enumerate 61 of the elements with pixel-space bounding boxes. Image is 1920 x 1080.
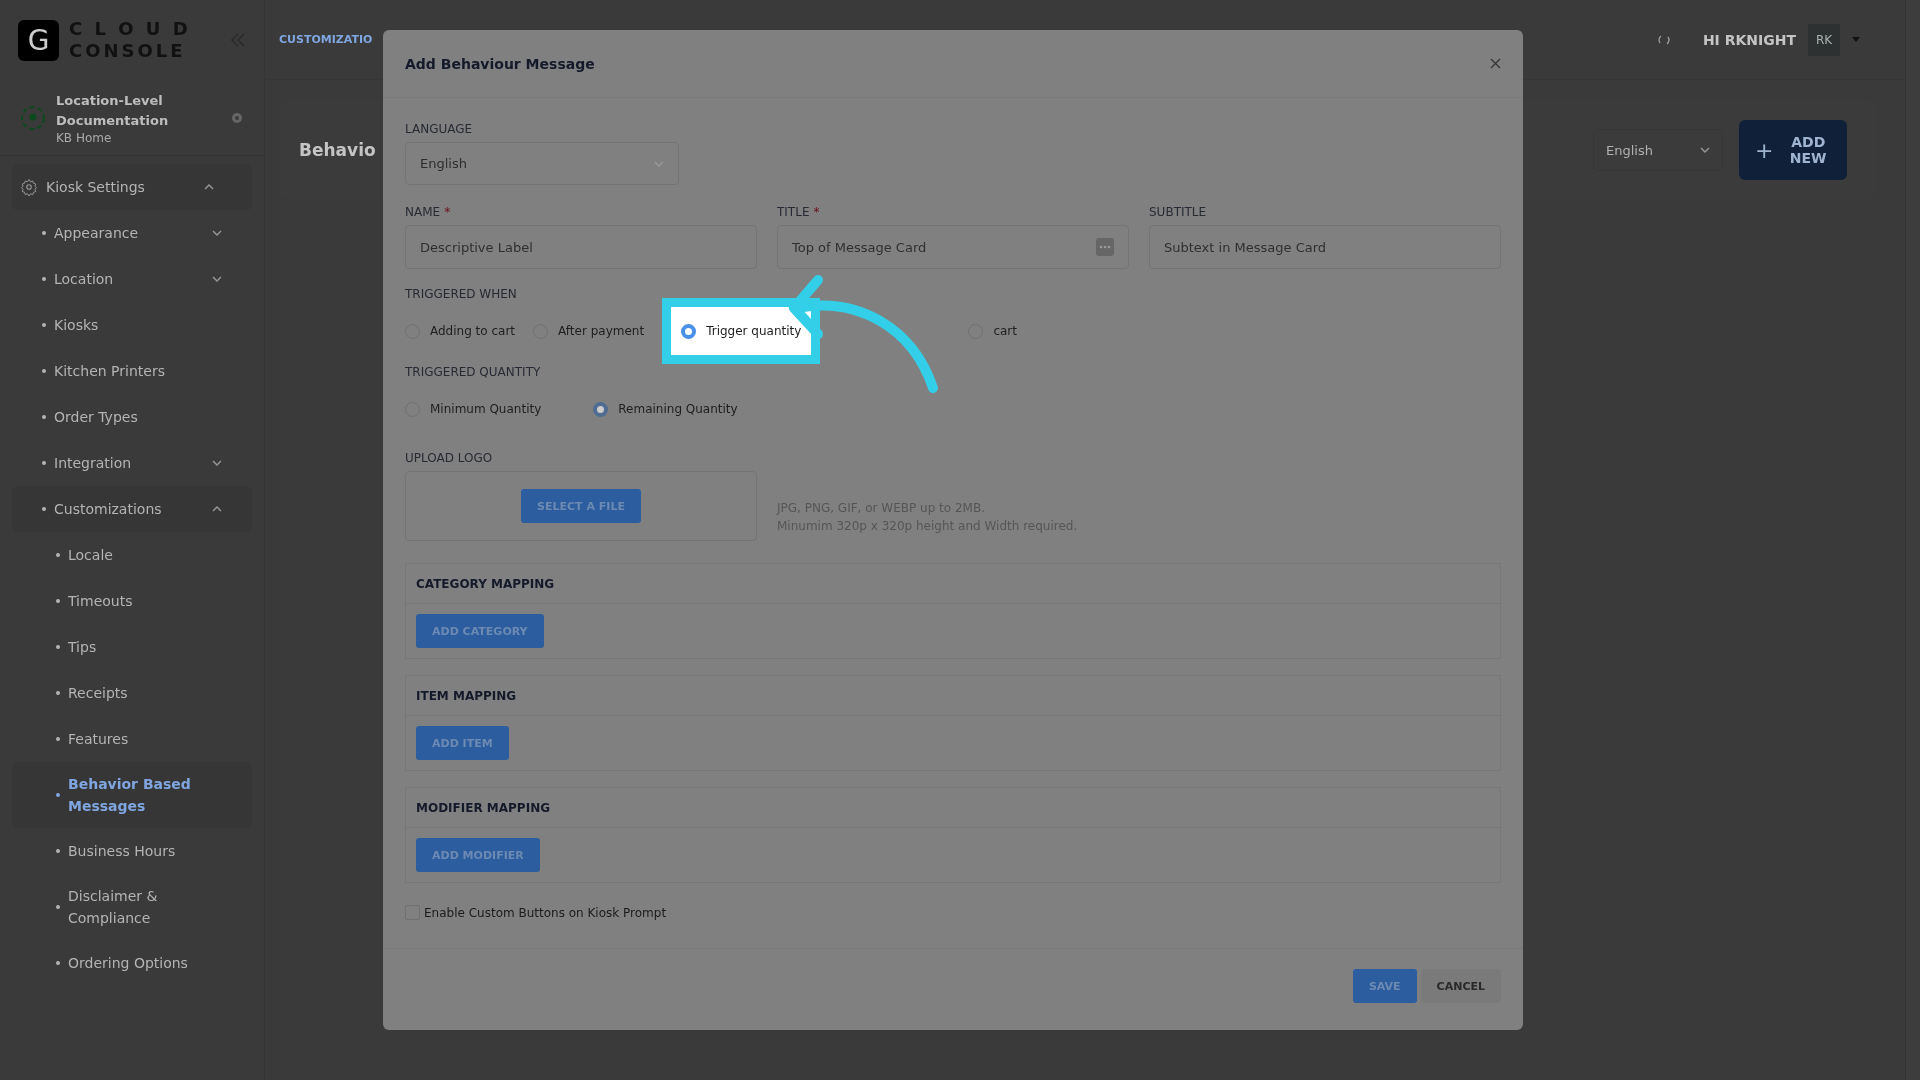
chevron-down-icon	[212, 276, 222, 282]
cancel-button[interactable]: CANCEL	[1420, 969, 1501, 1003]
close-icon[interactable]	[1490, 58, 1501, 69]
field-label: LANGUAGE	[405, 122, 474, 136]
mapping-title: MODIFIER MAPPING	[406, 788, 1500, 828]
input-field[interactable]: Subtext in Message Card	[1149, 225, 1501, 269]
add-new-button[interactable]: + ADD NEW	[1739, 120, 1847, 180]
mapping-title: CATEGORY MAPPING	[406, 564, 1500, 604]
checkbox-option[interactable]: Enable Custom Buttons on Kiosk Prompt	[405, 905, 1501, 920]
sidebar-item[interactable]: Kiosks	[12, 302, 252, 348]
field-label: NAME *	[405, 205, 452, 219]
sidebar-item[interactable]: Timeouts	[12, 578, 252, 624]
input-field[interactable]: Descriptive Label	[405, 225, 757, 269]
chevron-down-icon	[654, 160, 664, 167]
mapping-title: ITEM MAPPING	[406, 676, 1500, 716]
field-label: SUBTITLE	[1149, 205, 1208, 219]
sidebar-item[interactable]: Integration	[12, 440, 252, 486]
more-icon[interactable]	[1096, 238, 1114, 256]
sidebar-item[interactable]: Location	[12, 256, 252, 302]
sidebar-item[interactable]: Customizations	[12, 486, 252, 532]
chevron-down-icon	[212, 230, 222, 236]
chevron-down-icon	[1700, 147, 1710, 153]
user-avatar[interactable]: RK	[1808, 23, 1840, 56]
field-label: TRIGGERED WHEN	[405, 287, 518, 301]
location-subtitle: KB Home	[56, 130, 113, 145]
chevron-up-icon	[204, 184, 214, 190]
sidebar-item[interactable]: Ordering Options	[12, 940, 252, 986]
field-label: TITLE *	[777, 205, 821, 219]
location-pin-icon	[20, 104, 46, 131]
page-title: Behavio	[299, 140, 377, 160]
logo: G	[18, 19, 59, 61]
sidebar-item[interactable]: Tips	[12, 624, 252, 670]
modal-title: Add Behaviour Message	[405, 55, 595, 72]
gear-icon	[20, 178, 38, 196]
sidebar-item[interactable]: Behavior Based Messages	[12, 762, 252, 828]
language-select[interactable]: English	[1593, 129, 1723, 171]
language-select[interactable]: English	[405, 142, 679, 185]
sidebar-item[interactable]: Kitchen Printers	[12, 348, 252, 394]
radio-option[interactable]: After payment	[533, 323, 645, 339]
chevron-down-icon	[212, 460, 222, 466]
sidebar-item[interactable]: Disclaimer & Compliance	[12, 874, 252, 940]
radio-option[interactable]: Minimum Quantity	[405, 401, 542, 417]
sidebar-item[interactable]: Order Types	[12, 394, 252, 440]
chevron-up-icon	[212, 506, 222, 512]
radio-option[interactable]: cart	[968, 323, 1017, 339]
caret-icon[interactable]	[1852, 37, 1860, 42]
sidebar-item[interactable]: Business Hours	[12, 828, 252, 874]
sidebar-item[interactable]: Features	[12, 716, 252, 762]
sidebar-item[interactable]: Kiosk Settings	[12, 164, 252, 210]
sidebar-item[interactable]: Appearance	[12, 210, 252, 256]
sidebar-item[interactable]: Receipts	[12, 670, 252, 716]
user-greeting: HI RKNIGHT	[1702, 31, 1796, 48]
radio-option[interactable]: Remaining Quantity	[593, 401, 738, 417]
sidebar-item[interactable]: Locale	[12, 532, 252, 578]
field-label: UPLOAD LOGO	[405, 451, 494, 465]
input-field[interactable]: Top of Message Card	[777, 225, 1129, 269]
settings-icon[interactable]	[230, 110, 244, 125]
field-label: TRIGGERED QUANTITY	[405, 365, 542, 379]
radio-option[interactable]: Adding to cart	[405, 323, 516, 339]
breadcrumb-link[interactable]: CUSTOMIZATIO	[279, 33, 373, 46]
location-title: Location-Level Documentation	[56, 91, 170, 130]
